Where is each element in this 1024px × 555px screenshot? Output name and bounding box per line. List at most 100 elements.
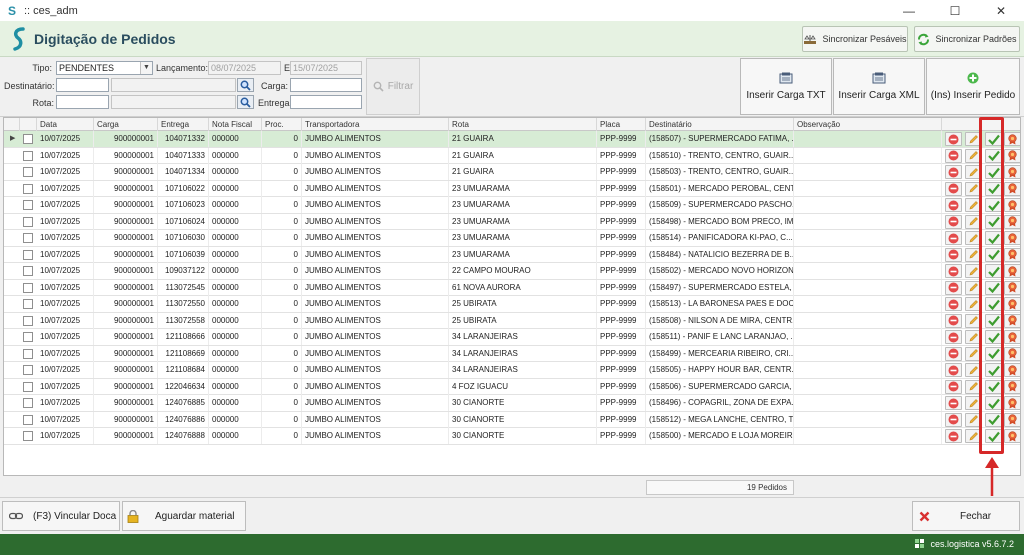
header-destinatario[interactable]: Destinatário: [646, 118, 794, 131]
table-row[interactable]: 10/07/2025 900000001 122046634 000000 0 JUMBO…: [4, 378, 1020, 395]
row-checkbox[interactable]: [23, 200, 33, 210]
delete-button[interactable]: [945, 231, 962, 245]
filtrar-button[interactable]: Filtrar: [366, 58, 420, 115]
row-checkbox[interactable]: [23, 134, 33, 144]
table-row[interactable]: ▶ 10/07/2025 900000001 104071332 000000 0 JUMB…: [4, 131, 1020, 148]
delete-button[interactable]: [945, 297, 962, 311]
delete-button[interactable]: [945, 346, 962, 361]
orders-grid[interactable]: Data Carga Entrega Nota Fiscal Proc. Tra…: [3, 117, 1021, 476]
row-checkbox[interactable]: [23, 233, 33, 243]
delete-button[interactable]: [945, 313, 962, 328]
header-rota[interactable]: Rota: [449, 118, 597, 131]
table-row[interactable]: 10/07/2025 900000001 107106024 000000 0 JUMBO…: [4, 213, 1020, 230]
badge-button[interactable]: [1004, 165, 1020, 179]
rota-code-input[interactable]: [56, 95, 109, 109]
badge-button[interactable]: [1004, 247, 1020, 262]
badge-button[interactable]: [1004, 330, 1020, 344]
sync-padroes-button[interactable]: Sincronizar Padrões: [914, 26, 1020, 52]
table-row[interactable]: 10/07/2025 900000001 121108684 000000 0 JUMBO…: [4, 362, 1020, 379]
badge-button[interactable]: [1004, 429, 1020, 443]
date-to-field[interactable]: 15/07/2025: [290, 61, 362, 75]
badge-button[interactable]: [1004, 231, 1020, 245]
badge-button[interactable]: [1004, 280, 1020, 295]
delete-button[interactable]: [945, 412, 962, 427]
row-checkbox[interactable]: [23, 299, 33, 309]
header-placa[interactable]: Placa: [597, 118, 646, 131]
row-checkbox[interactable]: [23, 398, 33, 408]
header-observacao[interactable]: Observação: [794, 118, 942, 131]
delete-button[interactable]: [945, 280, 962, 295]
table-row[interactable]: 10/07/2025 900000001 109037122 000000 0 JUMBO…: [4, 263, 1020, 280]
badge-button[interactable]: [1004, 346, 1020, 361]
minimize-button[interactable]: —: [886, 0, 932, 21]
row-checkbox[interactable]: [23, 216, 33, 227]
delete-button[interactable]: [945, 181, 962, 196]
inserir-carga-txt-button[interactable]: Inserir Carga TXT: [740, 58, 832, 115]
aguardar-material-button[interactable]: Aguardar material: [122, 501, 246, 531]
delete-button[interactable]: [945, 264, 962, 278]
table-row[interactable]: 10/07/2025 900000001 113072550 000000 0 JUMBO…: [4, 296, 1020, 313]
vincular-doca-button[interactable]: (F3) Vincular Doca: [2, 501, 120, 531]
table-row[interactable]: 10/07/2025 900000001 121108669 000000 0 JUMBO…: [4, 345, 1020, 362]
date-from-field[interactable]: 08/07/2025: [208, 61, 281, 75]
table-row[interactable]: 10/07/2025 900000001 107106023 000000 0 JUMBO…: [4, 197, 1020, 214]
header-transportadora[interactable]: Transportadora: [302, 118, 449, 131]
row-checkbox[interactable]: [23, 381, 33, 392]
carga-input[interactable]: [290, 78, 362, 92]
table-row[interactable]: 10/07/2025 900000001 121108666 000000 0 JUMBO…: [4, 329, 1020, 346]
badge-button[interactable]: [1004, 396, 1020, 410]
destinatario-code-input[interactable]: [56, 78, 109, 92]
destinatario-lookup-button[interactable]: [237, 78, 254, 92]
delete-button[interactable]: [945, 396, 962, 410]
delete-button[interactable]: [945, 247, 962, 262]
header-proc[interactable]: Proc.: [262, 118, 302, 131]
row-checkbox[interactable]: [23, 266, 33, 276]
header-entrega[interactable]: Entrega: [158, 118, 209, 131]
inserir-carga-xml-button[interactable]: Inserir Carga XML: [833, 58, 925, 115]
delete-button[interactable]: [945, 330, 962, 344]
table-row[interactable]: 10/07/2025 900000001 107106022 000000 0 JUMBO…: [4, 180, 1020, 197]
delete-button[interactable]: [945, 379, 962, 394]
header-data[interactable]: Data: [37, 118, 94, 131]
row-checkbox[interactable]: [23, 431, 33, 441]
delete-button[interactable]: [945, 198, 962, 212]
badge-button[interactable]: [1004, 132, 1020, 146]
row-checkbox[interactable]: [23, 150, 33, 161]
entrega-input[interactable]: [290, 95, 362, 109]
sync-pesaveis-button[interactable]: Sincronizar Pesáveis: [802, 26, 908, 52]
delete-button[interactable]: [945, 132, 962, 146]
row-checkbox[interactable]: [23, 315, 33, 326]
row-checkbox[interactable]: [23, 414, 33, 425]
maximize-button[interactable]: ☐: [932, 0, 978, 21]
row-checkbox[interactable]: [23, 365, 33, 375]
table-row[interactable]: 10/07/2025 900000001 124076886 000000 0 JUMBO…: [4, 411, 1020, 428]
badge-button[interactable]: [1004, 297, 1020, 311]
header-select[interactable]: [20, 118, 37, 131]
badge-button[interactable]: [1004, 198, 1020, 212]
badge-button[interactable]: [1004, 148, 1020, 163]
delete-button[interactable]: [945, 363, 962, 377]
close-window-button[interactable]: ✕: [978, 0, 1024, 21]
table-row[interactable]: 10/07/2025 900000001 104071334 000000 0 JUMBO…: [4, 164, 1020, 181]
tipo-select[interactable]: PENDENTES ▼: [56, 61, 153, 75]
badge-button[interactable]: [1004, 363, 1020, 377]
badge-button[interactable]: [1004, 214, 1020, 229]
badge-button[interactable]: [1004, 313, 1020, 328]
rota-lookup-button[interactable]: [237, 95, 254, 109]
row-checkbox[interactable]: [23, 183, 33, 194]
row-checkbox[interactable]: [23, 332, 33, 342]
badge-button[interactable]: [1004, 412, 1020, 427]
badge-button[interactable]: [1004, 379, 1020, 394]
row-checkbox[interactable]: [23, 249, 33, 260]
row-checkbox[interactable]: [23, 282, 33, 293]
table-row[interactable]: 10/07/2025 900000001 107106039 000000 0 JUMBO…: [4, 246, 1020, 263]
table-row[interactable]: 10/07/2025 900000001 104071333 000000 0 JUMBO…: [4, 147, 1020, 164]
fechar-button[interactable]: Fechar: [912, 501, 1020, 531]
row-checkbox[interactable]: [23, 348, 33, 359]
table-row[interactable]: 10/07/2025 900000001 113072558 000000 0 JUMBO…: [4, 312, 1020, 329]
row-checkbox[interactable]: [23, 167, 33, 177]
table-row[interactable]: 10/07/2025 900000001 124076885 000000 0 JUMBO…: [4, 395, 1020, 412]
table-row[interactable]: 10/07/2025 900000001 124076888 000000 0 JUMBO…: [4, 428, 1020, 445]
delete-button[interactable]: [945, 148, 962, 163]
table-row[interactable]: 10/07/2025 900000001 113072545 000000 0 JUMBO…: [4, 279, 1020, 296]
